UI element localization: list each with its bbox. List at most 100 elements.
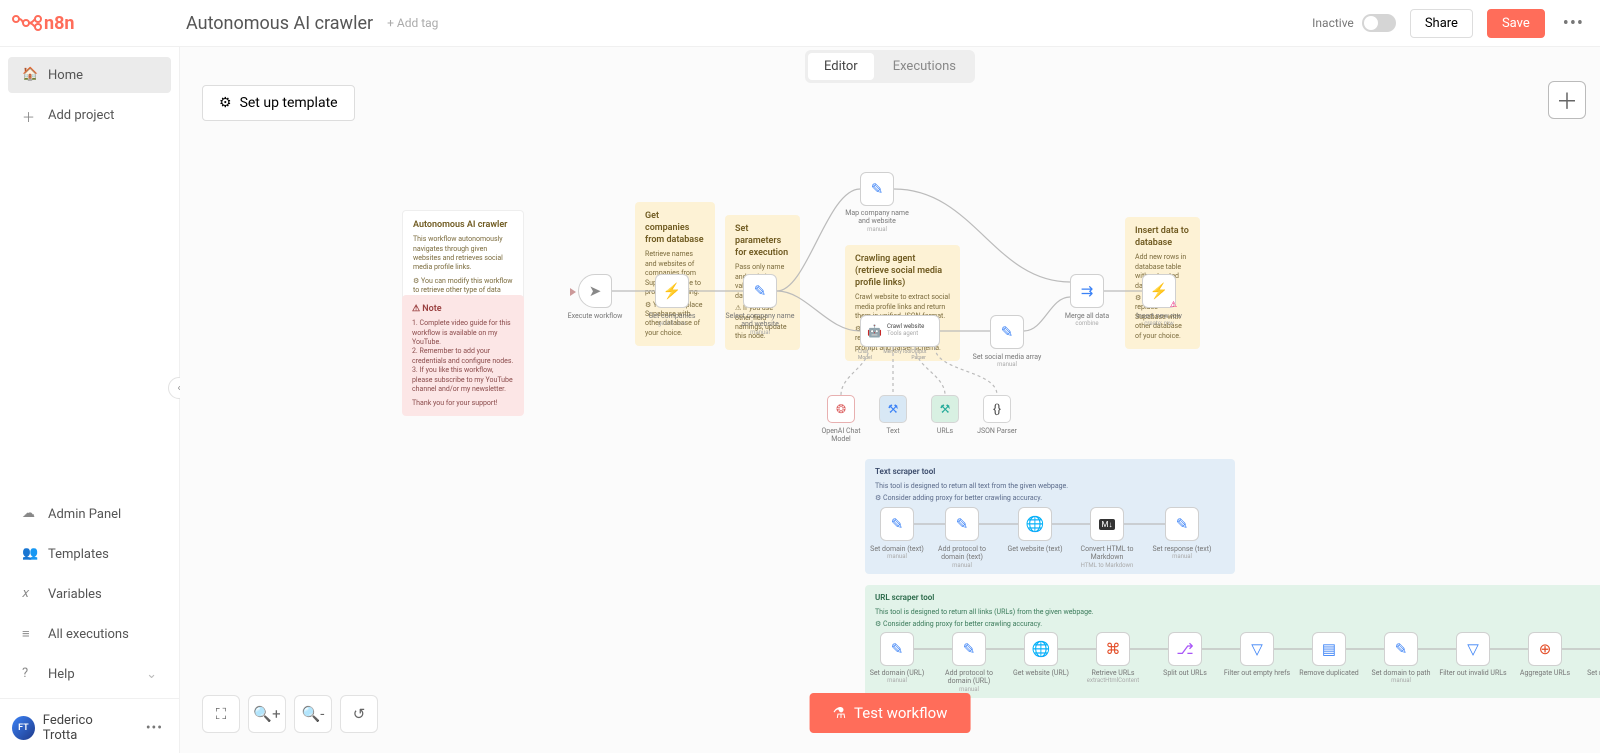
users-icon: 👥	[22, 546, 38, 562]
openai-icon: ❂	[836, 402, 846, 416]
node-u6[interactable]: ▽	[1240, 632, 1274, 666]
split-icon: ⎇	[1176, 640, 1193, 658]
logo[interactable]: n8n	[12, 13, 172, 34]
test-workflow-button[interactable]: ⚗Test workflow	[810, 693, 971, 733]
edit-icon: ✎	[754, 282, 767, 300]
supabase-icon: ⚡	[663, 282, 682, 300]
node-u4[interactable]: ⌘	[1096, 632, 1130, 666]
node-u9[interactable]: ▽	[1456, 632, 1490, 666]
workflow-title[interactable]: Autonomous AI crawler	[186, 13, 373, 34]
expand-icon: ⛶	[216, 705, 227, 723]
sidebar: 🏠 Home ＋ Add project ☁ Admin Panel 👥 Tem…	[0, 47, 180, 753]
canvas[interactable]: Editor Executions ⚙Set up template ＋ Aut…	[180, 47, 1600, 753]
node-t1[interactable]: ✎	[880, 507, 914, 541]
node-get-companies[interactable]: ⚡	[655, 274, 689, 308]
dedupe-icon: ▤	[1322, 640, 1336, 658]
sticky-note-title: ⚠ Note	[412, 303, 514, 315]
code-icon: {}	[993, 402, 1001, 416]
tool-icon: ⚒	[888, 402, 899, 416]
fit-view-button[interactable]: ⛶	[202, 695, 240, 733]
node-t5[interactable]: ✎	[1165, 507, 1199, 541]
edit-icon: ✎	[1001, 323, 1014, 341]
cloud-icon: ☁	[22, 506, 38, 522]
node-t2[interactable]: ✎	[945, 507, 979, 541]
nav-variables[interactable]: 𝑥 Variables	[8, 576, 171, 612]
nav-templates[interactable]: 👥 Templates	[8, 536, 171, 572]
node-t4[interactable]: M↓	[1090, 507, 1124, 541]
node-set-array[interactable]: ✎	[990, 315, 1024, 349]
node-chat-model[interactable]: ❂	[827, 395, 855, 423]
chevron-down-icon: ⌄	[146, 667, 157, 682]
sticky-intro-title: Autonomous AI crawler	[413, 219, 513, 231]
supabase-icon: ⚡	[1150, 282, 1169, 300]
tool-icon: ⚒	[940, 402, 951, 416]
nav-variables-label: Variables	[48, 587, 102, 602]
html-icon: ⌘	[1106, 640, 1121, 658]
node-u8[interactable]: ✎	[1384, 632, 1418, 666]
activate-toggle[interactable]	[1362, 14, 1396, 32]
sticky-note-l2: 2. Remember to add your credentials and …	[412, 347, 514, 366]
cursor-icon: ➤	[589, 282, 602, 300]
home-icon: 🏠	[22, 67, 38, 83]
node-u10[interactable]: ⊕	[1528, 632, 1562, 666]
user-menu[interactable]: FT Federico Trotta •••	[0, 703, 179, 753]
node-select[interactable]: ✎	[743, 274, 777, 308]
node-urls-tool[interactable]: ⚒	[931, 395, 959, 423]
flask-icon: ⚗	[833, 704, 846, 722]
node-map[interactable]: ✎	[860, 172, 894, 206]
sticky-note-l1: 1. Complete video guide for this workflo…	[412, 319, 514, 347]
aggregate-icon: ⊕	[1539, 640, 1552, 658]
robot-icon: 🤖	[867, 324, 882, 338]
node-execute[interactable]: ➤	[578, 274, 612, 308]
nav-home-label: Home	[48, 68, 83, 83]
sticky-db-title: Get companies from database	[645, 210, 705, 246]
zoom-in-button[interactable]: 🔍+	[248, 695, 286, 733]
inactive-label: Inactive	[1312, 16, 1354, 30]
undo-icon: ↺	[353, 705, 366, 723]
sticky-note-thanks: Thank you for your support!	[412, 399, 514, 408]
globe-icon: 🌐	[1032, 640, 1051, 658]
share-button[interactable]: Share	[1410, 9, 1473, 38]
avatar: FT	[12, 716, 35, 740]
zoom-out-button[interactable]: 🔍-	[294, 695, 332, 733]
nav-admin-label: Admin Panel	[48, 507, 121, 522]
node-u5[interactable]: ⎇	[1168, 632, 1202, 666]
nav-executions-label: All executions	[48, 627, 129, 642]
node-u1[interactable]: ✎	[880, 632, 914, 666]
workflow-menu-button[interactable]: •••	[1559, 13, 1588, 34]
brand-text: n8n	[44, 13, 75, 34]
zoom-in-icon: 🔍+	[253, 705, 280, 723]
node-t3[interactable]: 🌐	[1018, 507, 1052, 541]
list-icon: ≡	[22, 626, 38, 642]
node-u3[interactable]: 🌐	[1024, 632, 1058, 666]
edit-icon: ✎	[871, 180, 884, 198]
node-parser[interactable]: {}	[983, 395, 1011, 423]
nav-admin[interactable]: ☁ Admin Panel	[8, 496, 171, 532]
nav-help[interactable]: ? Help ⌄	[8, 656, 171, 692]
filter-icon: ▽	[1467, 640, 1479, 658]
markdown-icon: M↓	[1099, 519, 1116, 530]
add-tag-button[interactable]: + Add tag	[387, 16, 438, 30]
nav-add-project[interactable]: ＋ Add project	[8, 97, 171, 133]
nav-templates-label: Templates	[48, 547, 109, 562]
plus-icon: ＋	[22, 107, 38, 123]
help-icon: ?	[22, 666, 38, 682]
globe-icon: 🌐	[1026, 515, 1045, 533]
node-insert[interactable]: ⚡⚠	[1142, 274, 1176, 308]
user-menu-dots[interactable]: •••	[142, 720, 167, 736]
filter-icon: ▽	[1251, 640, 1263, 658]
merge-icon: ⇉	[1081, 282, 1094, 300]
node-u7[interactable]: ▤	[1312, 632, 1346, 666]
sticky-intro-body: This workflow autonomously navigates thr…	[413, 235, 513, 273]
node-merge[interactable]: ⇉	[1070, 274, 1104, 308]
save-button[interactable]: Save	[1487, 9, 1545, 38]
node-text-tool[interactable]: ⚒	[879, 395, 907, 423]
nav-home[interactable]: 🏠 Home	[8, 57, 171, 93]
zoom-out-icon: 🔍-	[302, 705, 325, 723]
nav-help-label: Help	[48, 667, 75, 682]
nav-executions[interactable]: ≡ All executions	[8, 616, 171, 652]
user-name: Federico Trotta	[43, 713, 126, 743]
node-u2[interactable]: ✎	[952, 632, 986, 666]
node-crawl[interactable]: 🤖 Crawl websiteTools agent	[860, 315, 940, 347]
reset-button[interactable]: ↺	[340, 695, 378, 733]
